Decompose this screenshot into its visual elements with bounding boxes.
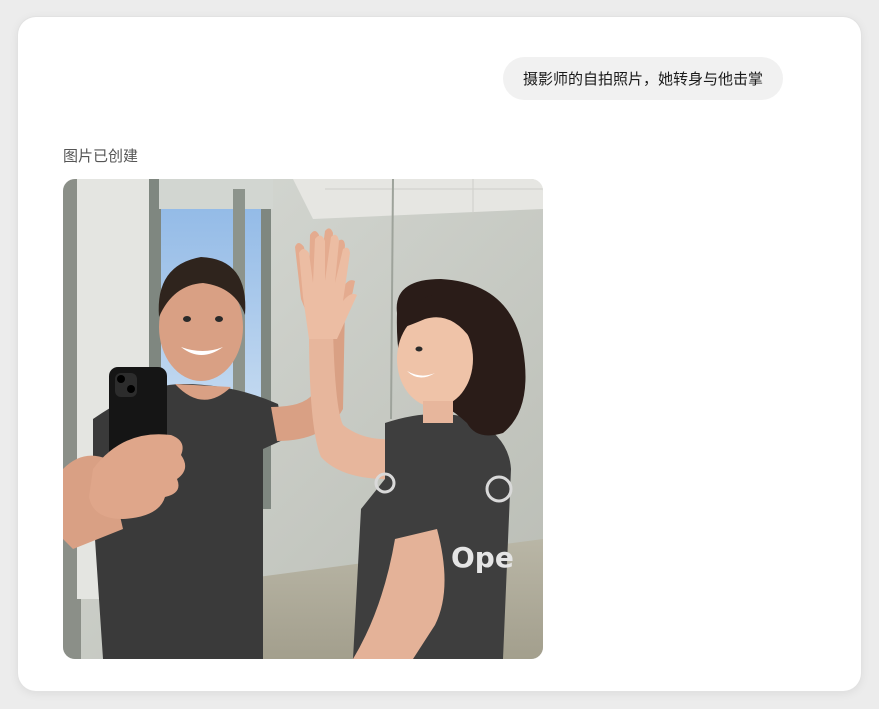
selfie-illustration: Ope (63, 179, 543, 659)
shirt-logo-text: Ope (451, 541, 514, 574)
image-created-label: 图片已创建 (63, 147, 139, 165)
generated-image[interactable]: Ope (63, 179, 543, 659)
user-message-text: 摄影师的自拍照片，她转身与他击掌 (523, 70, 764, 88)
chat-panel: 摄影师的自拍照片，她转身与他击掌 图片已创建 Ope (18, 17, 861, 691)
user-message-bubble: 摄影师的自拍照片，她转身与他击掌 (503, 57, 784, 100)
window-blind (159, 179, 273, 209)
